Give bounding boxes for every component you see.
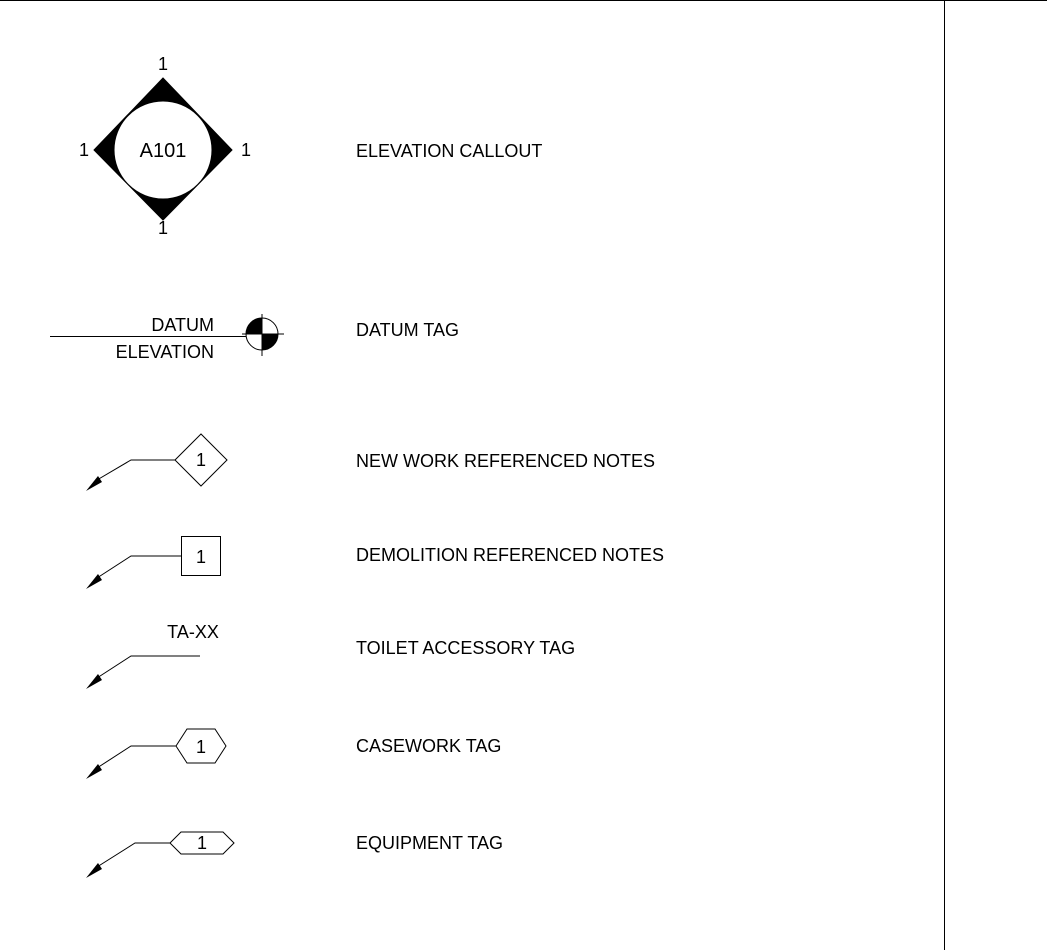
leader-line xyxy=(96,655,200,679)
leader-line xyxy=(96,459,175,481)
diamond-tag-number: 1 xyxy=(196,450,206,470)
symbol-legend-sheet: A101 1 1 1 1 ELEVATION CALLOUT DATUM ELE… xyxy=(0,0,1047,950)
leader-line xyxy=(96,745,176,769)
elevation-callout-description: ELEVATION CALLOUT xyxy=(356,141,542,161)
toilet-accessory-description: TOILET ACCESSORY TAG xyxy=(356,638,575,658)
datum-target-quadrant-br xyxy=(262,334,278,350)
new-work-note-description: NEW WORK REFERENCED NOTES xyxy=(356,451,655,471)
equipment-tag-symbol: 1 xyxy=(86,831,235,878)
equipment-tag-description: EQUIPMENT TAG xyxy=(356,833,503,853)
datum-label-top: DATUM xyxy=(151,315,214,335)
callout-bottom-number: 1 xyxy=(158,218,168,238)
casework-tag-description: CASEWORK TAG xyxy=(356,736,501,756)
demolition-note-description: DEMOLITION REFERENCED NOTES xyxy=(356,545,664,565)
toilet-accessory-symbol: TA-XX xyxy=(86,622,219,689)
callout-top-number: 1 xyxy=(158,54,168,74)
datum-tag-description: DATUM TAG xyxy=(356,320,459,340)
callout-right-number: 1 xyxy=(241,140,251,160)
square-tag-number: 1 xyxy=(196,547,206,567)
new-work-note-symbol: 1 xyxy=(86,433,228,491)
callout-sheet-number: A101 xyxy=(140,140,187,162)
toilet-accessory-tag-text: TA-XX xyxy=(167,622,219,642)
datum-target-quadrant-tl xyxy=(246,318,262,334)
leader-line xyxy=(96,555,181,579)
datum-label-bottom: ELEVATION xyxy=(116,342,214,362)
leader-line xyxy=(96,842,170,868)
callout-left-number: 1 xyxy=(79,140,89,160)
elongated-hexagon-tag-number: 1 xyxy=(197,833,207,853)
casework-tag-symbol: 1 xyxy=(86,728,227,779)
hexagon-tag-number: 1 xyxy=(196,737,206,757)
datum-tag-symbol: DATUM ELEVATION xyxy=(50,314,284,362)
demolition-note-symbol: 1 xyxy=(86,536,221,589)
elevation-callout-symbol: A101 1 1 1 1 xyxy=(79,54,251,238)
